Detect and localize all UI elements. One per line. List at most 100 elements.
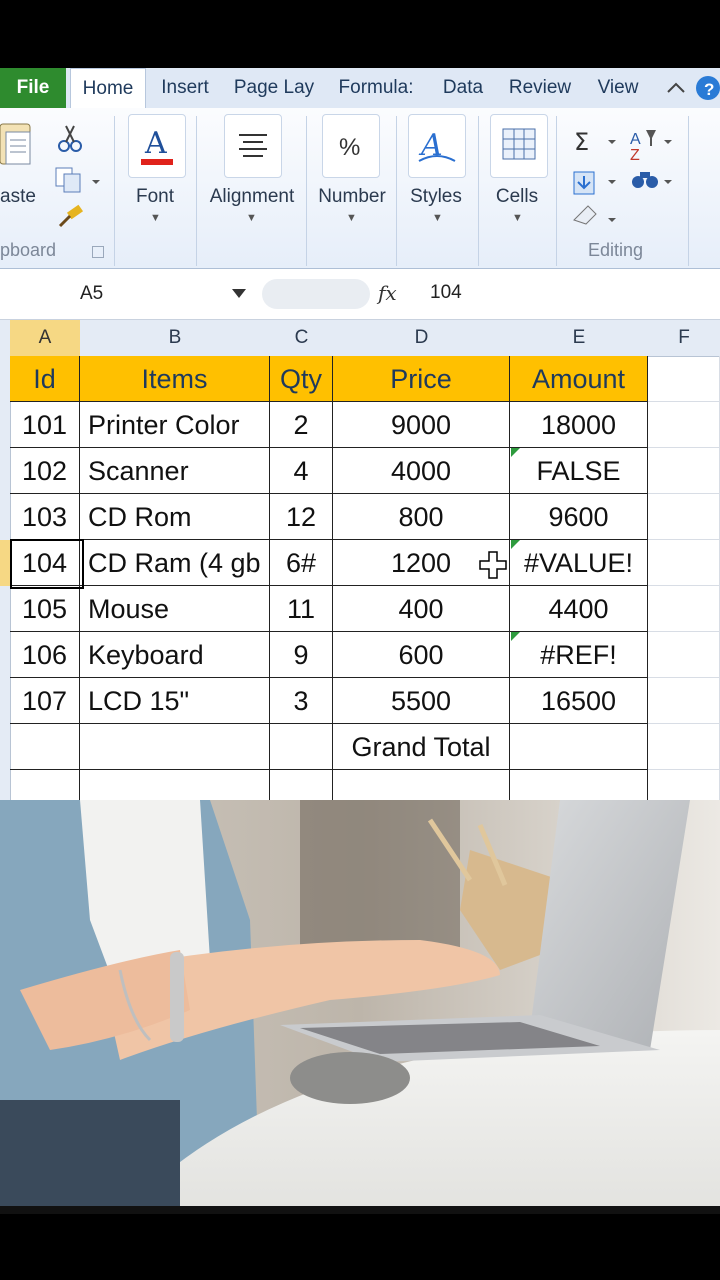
font-button[interactable]: A [128,114,186,178]
empty-cell[interactable] [80,724,270,770]
tab-insert[interactable]: Insert [150,68,220,108]
styles-button[interactable]: A [408,114,466,178]
data-cell[interactable]: Mouse [80,586,270,632]
data-cell[interactable]: 600 [333,632,510,678]
name-box[interactable]: A5 [0,277,258,311]
data-cell[interactable]: 9000 [333,402,510,448]
clear-icon[interactable] [573,205,616,225]
column-header-b[interactable]: B [80,320,271,357]
empty-cell[interactable] [333,770,510,800]
empty-cell[interactable] [648,448,720,494]
data-cell[interactable]: 4400 [510,586,648,632]
data-cell[interactable]: 103 [10,494,80,540]
paste-label[interactable]: aste [0,186,36,208]
font-label[interactable]: Font [122,186,188,208]
data-cell[interactable]: 4000 [333,448,510,494]
data-cell[interactable]: CD Ram (4 gb [80,540,270,586]
data-cell[interactable]: LCD 15" [80,678,270,724]
data-cell[interactable]: 106 [10,632,80,678]
alignment-label[interactable]: Alignment [202,186,302,208]
data-cell[interactable]: #REF! [510,632,648,678]
formula-input[interactable]: 104 [430,282,462,304]
empty-cell[interactable] [648,356,720,402]
copy-icon[interactable] [55,167,100,193]
data-cell[interactable]: 105 [10,586,80,632]
insert-function-icon[interactable]: fx [378,281,397,305]
data-cell[interactable]: 104 [10,540,80,586]
cells-button[interactable] [490,114,548,178]
tab-view[interactable]: View [588,68,648,108]
minimize-ribbon-icon[interactable]: ? [660,68,720,108]
empty-cell[interactable] [648,586,720,632]
tab-data[interactable]: Data [432,68,494,108]
data-cell[interactable]: CD Rom [80,494,270,540]
cut-icon[interactable] [58,125,82,152]
data-cell[interactable]: 12 [270,494,333,540]
data-cell[interactable]: Scanner [80,448,270,494]
empty-cell[interactable] [648,402,720,448]
data-cell[interactable]: Keyboard [80,632,270,678]
empty-cell[interactable] [648,632,720,678]
data-cell[interactable]: 101 [10,402,80,448]
empty-cell[interactable] [80,770,270,800]
autosum-icon[interactable]: Σ [574,128,616,156]
data-cell[interactable]: FALSE [510,448,648,494]
data-cell[interactable]: 400 [333,586,510,632]
column-header-c[interactable]: C [270,320,334,357]
header-cell[interactable]: Qty [270,356,333,402]
column-header-d[interactable]: D [333,320,511,357]
data-cell[interactable]: 4 [270,448,333,494]
row-header-selected[interactable] [0,540,10,586]
empty-cell[interactable] [10,724,80,770]
empty-cell[interactable] [648,540,720,586]
data-cell[interactable]: 800 [333,494,510,540]
data-cell[interactable]: 18000 [510,402,648,448]
data-cell[interactable]: 11 [270,586,333,632]
header-cell[interactable]: Items [80,356,270,402]
data-cell[interactable]: 2 [270,402,333,448]
empty-cell[interactable] [270,770,333,800]
tab-formulas[interactable]: Formula: [330,68,422,108]
data-cell[interactable]: 102 [10,448,80,494]
column-header-a[interactable]: A [10,320,81,357]
error-indicator-icon[interactable] [511,448,520,457]
header-cell[interactable]: Price [333,356,510,402]
tab-page-layout[interactable]: Page Lay [226,68,322,108]
data-cell[interactable]: 16500 [510,678,648,724]
empty-cell[interactable] [648,494,720,540]
empty-cell[interactable] [648,678,720,724]
data-cell[interactable]: 6# [270,540,333,586]
data-cell[interactable]: 107 [10,678,80,724]
data-cell[interactable]: 5500 [333,678,510,724]
fill-icon[interactable] [573,171,616,195]
data-cell[interactable]: 3 [270,678,333,724]
empty-cell[interactable] [510,770,648,800]
paste-icon[interactable] [0,118,40,178]
tab-home[interactable]: Home [70,68,146,110]
chevron-down-icon[interactable] [232,289,246,299]
cells-label[interactable]: Cells [486,186,548,208]
header-cell[interactable]: Id [10,356,80,402]
data-cell[interactable]: 9600 [510,494,648,540]
column-header-f[interactable]: F [648,320,720,357]
empty-cell[interactable] [270,724,333,770]
format-painter-icon[interactable] [58,204,84,228]
sort-filter-icon[interactable]: A Z [630,130,672,164]
number-label[interactable]: Number [312,186,392,208]
grand-total-value[interactable] [510,724,648,770]
tab-file[interactable]: File [0,68,66,108]
empty-cell[interactable] [10,770,80,800]
alignment-button[interactable] [224,114,282,178]
tab-review[interactable]: Review [500,68,580,108]
data-cell[interactable]: #VALUE! [510,540,648,586]
clipboard-launcher-icon[interactable] [92,246,104,258]
data-cell[interactable]: 9 [270,632,333,678]
empty-cell[interactable] [648,770,720,800]
header-cell[interactable]: Amount [510,356,648,402]
number-button[interactable]: % [322,114,380,178]
find-select-icon[interactable] [632,172,672,188]
styles-label[interactable]: Styles [402,186,470,208]
column-header-e[interactable]: E [510,320,649,357]
error-indicator-icon[interactable] [511,540,520,549]
data-cell[interactable]: Printer Color [80,402,270,448]
